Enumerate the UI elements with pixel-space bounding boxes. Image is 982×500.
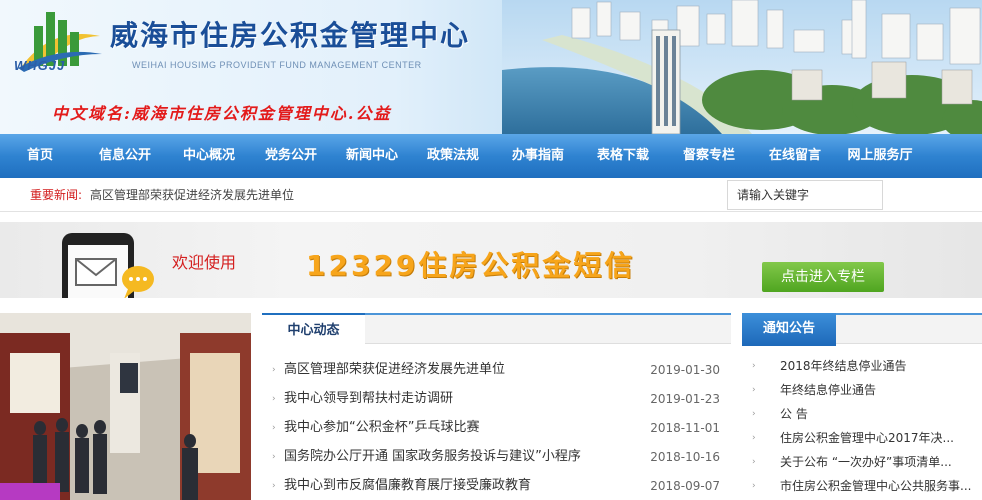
notice-item[interactable]: › 市住房公积金管理中心公共服务事... (742, 477, 982, 500)
nav-item-party-affairs[interactable]: 党务公开 (248, 134, 334, 178)
notice-item[interactable]: › 公 告 (742, 405, 982, 429)
nav-item-center-overview[interactable]: 中心概况 (170, 134, 248, 178)
site-subtitle: WEIHAI HOUSIMG PROVIDENT FUND MANAGEMENT… (132, 60, 422, 70)
notice-item[interactable]: › 关于公布 “一次办好”事项清单... (742, 453, 982, 477)
bullet-icon: › (752, 409, 756, 419)
bullet-icon: › (752, 361, 756, 371)
center-news-panel: 中心动态 › 高区管理部荣获促进经济发展先进单位 2019-01-30 › 我中… (262, 313, 731, 500)
news-item-title[interactable]: 我中心参加“公积金杯”乒乓球比赛 (284, 415, 479, 441)
bullet-icon: › (752, 457, 756, 467)
nav-item-guide[interactable]: 办事指南 (496, 134, 580, 178)
promo-welcome-text: 欢迎使用 (172, 253, 237, 272)
notice-item-title[interactable]: 关于公布 “一次办好”事项清单... (780, 453, 952, 471)
logo-text: WHGJJ (14, 58, 66, 73)
news-item[interactable]: › 高区管理部荣获促进经济发展先进单位 2019-01-30 (262, 357, 731, 386)
nav-item-online-message[interactable]: 在线留言 (752, 134, 838, 178)
site-domain-name: 中文域名:威海市住房公积金管理中心.公益 (52, 104, 392, 123)
bullet-icon: › (752, 481, 756, 491)
news-item-date: 2018-11-01 (650, 421, 720, 435)
news-item[interactable]: › 我中心领导到帮扶村走访调研 2019-01-23 (262, 386, 731, 415)
bullet-icon: › (752, 385, 756, 395)
notice-header: 通知公告 (742, 313, 982, 346)
notice-item[interactable]: › 年终结息停业通告 (742, 381, 982, 405)
nav-item-inspection[interactable]: 督察专栏 (666, 134, 752, 178)
sms-promo-banner[interactable]: 欢迎使用 12329住房公积金短信 点击进入专栏 (0, 222, 982, 298)
notice-item-title[interactable]: 市住房公积金管理中心公共服务事... (780, 477, 971, 495)
notice-item[interactable]: › 住房公积金管理中心2017年决... (742, 429, 982, 453)
bullet-icon: › (272, 365, 276, 375)
nav-item-home[interactable]: 首页 (0, 134, 80, 178)
bullet-icon: › (272, 423, 276, 433)
news-item-date: 2018-09-07 (650, 479, 720, 493)
news-item-title[interactable]: 高区管理部荣获促进经济发展先进单位 (284, 357, 505, 383)
notice-item-title[interactable]: 住房公积金管理中心2017年决... (780, 429, 954, 447)
header-banner: WHGJJ 威海市住房公积金管理中心 WEIHAI HOUSIMG PROVID… (0, 0, 982, 134)
news-item[interactable]: › 我中心参加“公积金杯”乒乓球比赛 2018-11-01 (262, 415, 731, 444)
enter-column-button[interactable]: 点击进入专栏 (762, 262, 884, 292)
news-item-date: 2019-01-23 (650, 392, 720, 406)
news-item-date: 2018-10-16 (650, 450, 720, 464)
news-item-title[interactable]: 我中心到市反腐倡廉教育展厅接受廉政教育 (284, 473, 531, 499)
notice-item[interactable]: › 2018年终结息停业通告 (742, 357, 982, 381)
center-news-list: › 高区管理部荣获促进经济发展先进单位 2019-01-30 › 我中心领导到帮… (262, 357, 731, 500)
nav-item-news-center[interactable]: 新闻中心 (334, 134, 410, 178)
nav-item-info-disclosure[interactable]: 信息公开 (80, 134, 170, 178)
promo-sms-title: 12329住房公积金短信 (306, 249, 636, 282)
bullet-icon: › (752, 433, 756, 443)
city-skyline-image (502, 0, 982, 134)
news-item[interactable]: › 国务院办公厅开通 国家政务服务投诉与建议”小程序 2018-10-16 (262, 444, 731, 473)
notice-panel: 通知公告 › 2018年终结息停业通告 › 年终结息停业通告 › 公 告 › 住… (742, 313, 982, 500)
main-nav: 首页 信息公开 中心概况 党务公开 新闻中心 政策法规 办事指南 表格下载 督察… (0, 134, 982, 178)
phone-message-icon (62, 233, 154, 298)
site-title: 威海市住房公积金管理中心 (110, 19, 471, 52)
notice-item-title[interactable]: 公 告 (780, 405, 808, 423)
news-item[interactable]: › 我中心到市反腐倡廉教育展厅接受廉政教育 2018-09-07 (262, 473, 731, 500)
ticker-label: 重要新闻: (30, 188, 83, 202)
news-item-title[interactable]: 我中心领导到帮扶村走访调研 (284, 386, 453, 412)
notice-item-title[interactable]: 年终结息停业通告 (780, 381, 876, 399)
news-item-date: 2019-01-30 (650, 363, 720, 377)
bullet-icon: › (272, 481, 276, 491)
search-input[interactable] (727, 180, 883, 210)
news-photo[interactable] (0, 313, 251, 500)
ticker-headline[interactable]: 高区管理部荣获促进经济发展先进单位 (90, 186, 294, 203)
notice-list: › 2018年终结息停业通告 › 年终结息停业通告 › 公 告 › 住房公积金管… (742, 357, 982, 500)
bullet-icon: › (272, 452, 276, 462)
tab-center-news[interactable]: 中心动态 (262, 313, 365, 346)
nav-item-policies[interactable]: 政策法规 (410, 134, 496, 178)
notice-item-title[interactable]: 2018年终结息停业通告 (780, 357, 907, 375)
nav-item-forms-download[interactable]: 表格下载 (580, 134, 666, 178)
news-item-title[interactable]: 国务院办公厅开通 国家政务服务投诉与建议”小程序 (284, 444, 581, 470)
tab-notices[interactable]: 通知公告 (742, 313, 836, 346)
center-news-header: 中心动态 (262, 313, 731, 346)
nav-item-online-service[interactable]: 网上服务厅 (838, 134, 922, 178)
bullet-icon: › (272, 394, 276, 404)
